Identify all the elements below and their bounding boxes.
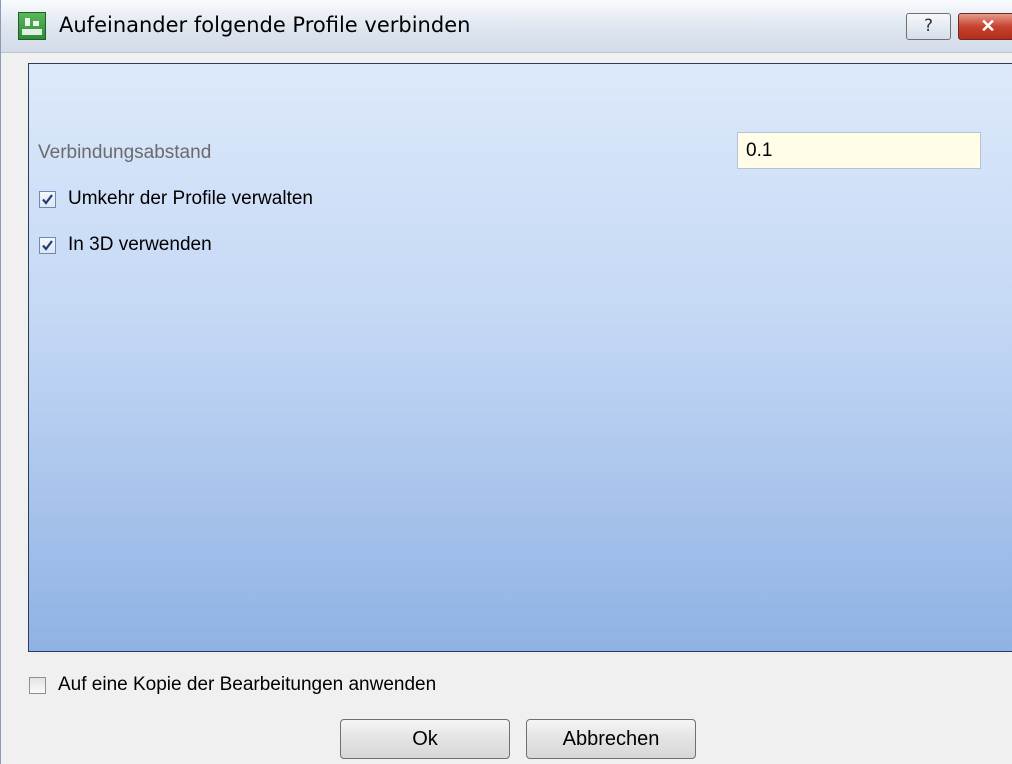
title-bar: Aufeinander folgende Profile verbinden ?… [1, 0, 1012, 53]
app-icon [18, 12, 46, 40]
apply-copy-checkbox-row[interactable]: Auf eine Kopie der Bearbeitungen anwende… [29, 674, 436, 696]
ok-button[interactable]: Ok [340, 719, 510, 759]
close-button[interactable]: ✕ [958, 13, 1012, 40]
reverse-profiles-label: Umkehr der Profile verwalten [68, 188, 313, 209]
apply-copy-label: Auf eine Kopie der Bearbeitungen anwende… [58, 674, 437, 695]
apply-copy-checkbox[interactable] [29, 676, 46, 694]
window-title: Aufeinander folgende Profile verbinden [59, 13, 471, 37]
use-3d-checkbox[interactable] [39, 236, 56, 254]
connection-distance-input[interactable] [737, 132, 981, 169]
reverse-profiles-checkbox-row[interactable]: Umkehr der Profile verwalten [39, 188, 313, 210]
connection-distance-label: Verbindungsabstand [38, 142, 212, 163]
cancel-button[interactable]: Abbrechen [526, 719, 696, 759]
reverse-profiles-checkbox[interactable] [39, 190, 56, 208]
use-3d-label: In 3D verwenden [68, 234, 212, 255]
use-3d-checkbox-row[interactable]: In 3D verwenden [39, 234, 212, 256]
checkmark-icon [42, 239, 53, 251]
help-button[interactable]: ? [906, 13, 951, 40]
checkmark-icon [42, 193, 53, 205]
dialog-window: Aufeinander folgende Profile verbinden ?… [0, 0, 1012, 764]
